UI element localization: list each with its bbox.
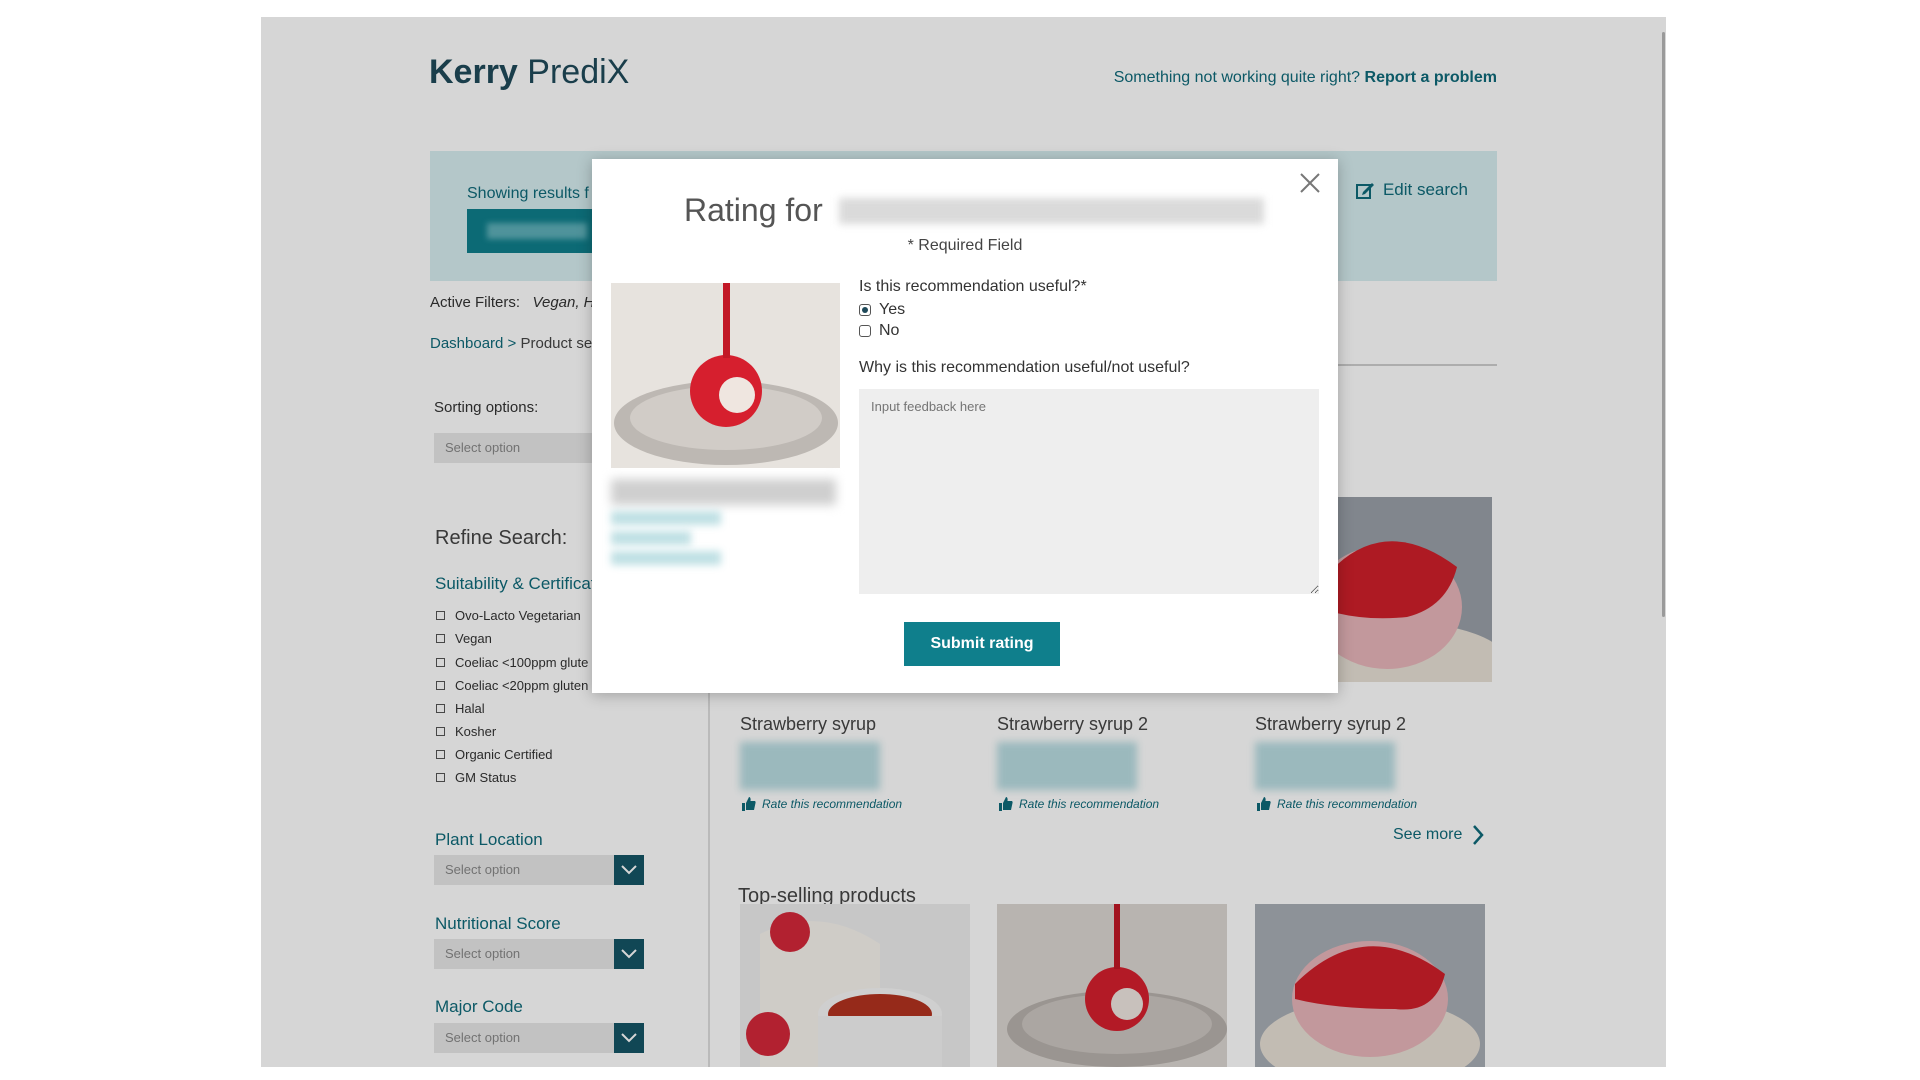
radio-yes[interactable]: Yes — [859, 301, 905, 319]
useful-question: Is this recommendation useful?* — [859, 278, 1087, 295]
modal-title: Rating for — [684, 192, 1264, 229]
feedback-textarea[interactable] — [859, 389, 1319, 594]
blurred-product-detail — [611, 551, 721, 565]
radio-button[interactable] — [859, 325, 871, 337]
blurred-product-detail — [611, 511, 721, 525]
required-field-note: * Required Field — [907, 237, 1023, 254]
radio-no[interactable]: No — [859, 322, 899, 340]
feedback-question: Why is this recommendation useful/not us… — [859, 359, 1190, 376]
blurred-product-name — [838, 197, 1264, 224]
submit-rating-button[interactable]: Submit rating — [904, 622, 1060, 666]
product-image — [611, 283, 840, 468]
close-icon[interactable] — [1298, 171, 1322, 195]
ice-cream-plate-image — [611, 283, 840, 468]
blurred-product-detail — [611, 531, 691, 545]
scrollbar[interactable] — [1662, 32, 1665, 617]
radio-button-checked[interactable] — [859, 304, 871, 316]
rating-modal: Rating for * Required Field Is this reco… — [592, 159, 1338, 693]
blurred-product-title — [611, 479, 836, 505]
